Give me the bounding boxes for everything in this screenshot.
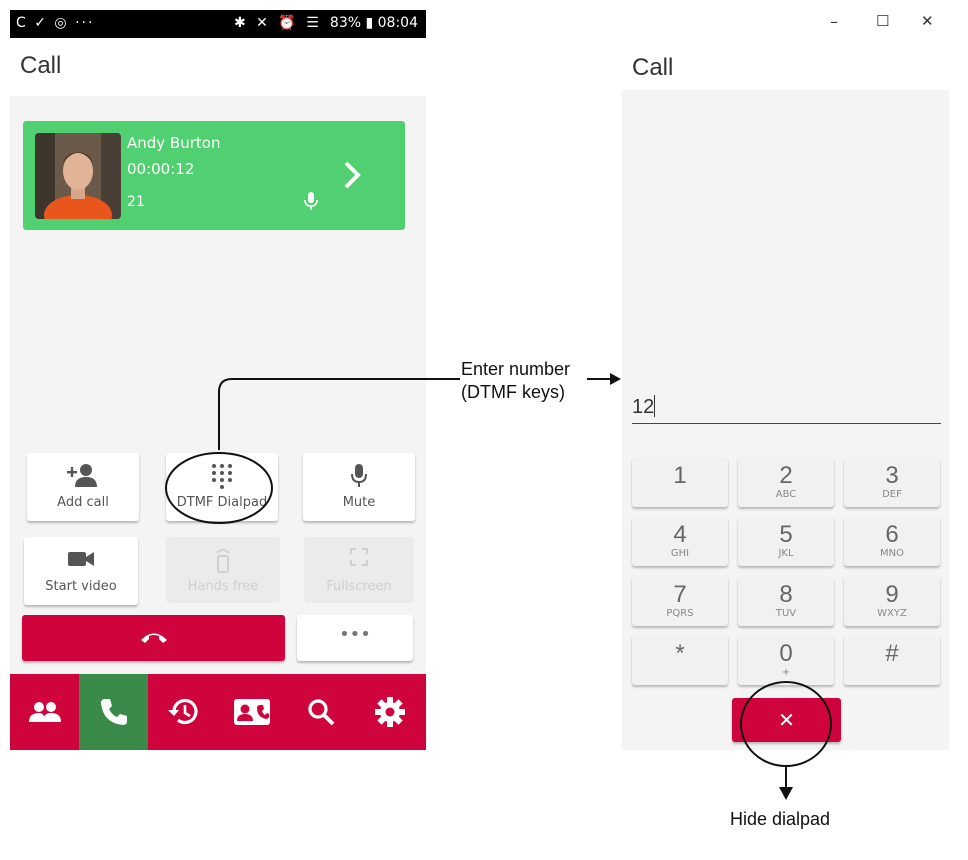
arrow-down-head [779, 787, 793, 800]
annotation-hide-dialpad: Hide dialpad [730, 809, 831, 829]
annotation-overlay [165, 373, 832, 800]
dtmf-highlight-circle [165, 452, 273, 524]
annotation-enter-number: Enter number [461, 359, 571, 379]
hide-highlight-circle [740, 681, 832, 767]
annotation-dtmf-keys: (DTMF keys) [461, 382, 565, 402]
arrow-right-head [610, 373, 621, 385]
connector-line [218, 378, 460, 450]
